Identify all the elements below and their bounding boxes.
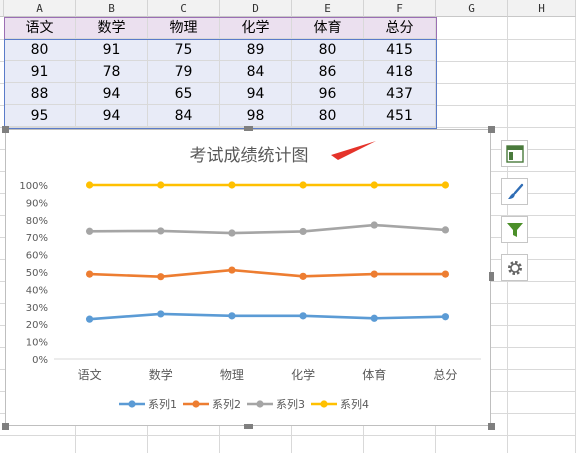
data-point[interactable] <box>157 273 165 281</box>
y-tick-label: 10% <box>26 338 48 349</box>
y-tick-label: 100% <box>19 181 48 192</box>
series-line[interactable] <box>89 223 446 235</box>
series-2[interactable] <box>85 266 450 281</box>
data-point[interactable] <box>85 181 94 189</box>
data-point[interactable] <box>157 181 165 189</box>
resize-handle-bm[interactable] <box>244 424 253 429</box>
data-point[interactable] <box>85 227 94 235</box>
data-point[interactable] <box>370 270 378 278</box>
data-point[interactable] <box>157 310 165 318</box>
resize-handle-mr[interactable] <box>489 272 494 281</box>
y-tick-label: 40% <box>26 285 48 296</box>
x-tick-label: 物理 <box>220 368 244 382</box>
data-point[interactable] <box>370 181 378 189</box>
resize-handle-br[interactable] <box>488 423 495 430</box>
line-chart[interactable]: 考试成绩统计图 0% 10% 20% 30% 40% 50% 60% 70% 80% 90% 100… <box>6 130 490 425</box>
data-point[interactable] <box>85 315 94 323</box>
legend-entry[interactable]: 系列3 <box>247 397 305 411</box>
data-point[interactable] <box>441 270 450 278</box>
x-tick-label: 语文 <box>78 367 102 382</box>
y-tick-label: 90% <box>26 198 48 209</box>
data-point[interactable] <box>228 181 236 189</box>
data-point[interactable] <box>299 312 307 320</box>
x-tick-label: 总分 <box>433 368 457 382</box>
data-point[interactable] <box>441 313 450 321</box>
x-tick-label: 化学 <box>291 367 315 382</box>
chart-filter-icon <box>506 223 523 237</box>
data-point[interactable] <box>228 312 236 320</box>
data-point[interactable] <box>441 226 450 234</box>
data-point[interactable] <box>370 221 378 229</box>
y-tick-label: 50% <box>26 268 48 279</box>
grid-line <box>0 435 576 436</box>
legend-label: 系列1 <box>148 397 177 411</box>
column-header-d[interactable]: D <box>220 0 292 17</box>
data-point[interactable] <box>228 229 236 237</box>
series-line[interactable] <box>89 312 446 321</box>
resize-handle-tl[interactable] <box>2 126 9 133</box>
legend-label: 系列2 <box>212 397 241 411</box>
column-header-g[interactable]: G <box>436 0 508 17</box>
series-line[interactable] <box>89 268 446 278</box>
data-point[interactable] <box>299 272 307 280</box>
legend-entry[interactable]: 系列2 <box>183 397 241 411</box>
legend-marker <box>256 400 264 408</box>
column-header-a[interactable]: A <box>4 0 76 17</box>
legend-label: 系列4 <box>340 397 369 411</box>
title-arrow <box>331 141 376 160</box>
data-point[interactable] <box>299 181 307 189</box>
data-point[interactable] <box>157 227 165 235</box>
data-point[interactable] <box>228 266 236 274</box>
resize-handle-tr[interactable] <box>488 126 495 133</box>
select-all-corner[interactable] <box>0 0 4 17</box>
resize-handle-tm[interactable] <box>244 126 253 131</box>
series-3[interactable] <box>85 221 450 237</box>
legend-entry[interactable]: 系列1 <box>119 397 177 411</box>
legend-marker <box>192 400 200 408</box>
chart-filter-button[interactable] <box>501 216 528 243</box>
series-4[interactable] <box>85 181 450 189</box>
chart-title[interactable]: 考试成绩统计图 <box>190 146 309 166</box>
y-tick-label: 60% <box>26 251 48 262</box>
column-header-h[interactable]: H <box>508 0 576 17</box>
data-point[interactable] <box>299 227 307 236</box>
y-tick-label: 70% <box>26 233 48 244</box>
chart-area[interactable]: 考试成绩统计图 0% 10% 20% 30% 40% 50% 60% 70% 80% 90% 100… <box>5 129 491 426</box>
column-header-f[interactable]: F <box>364 0 436 17</box>
y-tick-label: 0% <box>32 355 48 366</box>
legend-marker <box>128 400 136 408</box>
chart-settings-button[interactable] <box>501 254 528 281</box>
x-axis: 语文 数学 物理 化学 体育 总分 <box>78 367 458 382</box>
data-point[interactable] <box>85 270 94 278</box>
series-1[interactable] <box>85 310 450 323</box>
chart-styles-icon <box>507 183 523 199</box>
settings-icon <box>507 261 522 275</box>
legend[interactable]: 系列1 系列2 系列3 系列4 <box>119 397 369 411</box>
column-header-b[interactable]: B <box>76 0 148 17</box>
column-header-e[interactable]: E <box>292 0 364 17</box>
y-tick-label: 80% <box>26 216 48 227</box>
y-tick-label: 20% <box>26 320 48 331</box>
chart-elements-icon <box>505 145 524 163</box>
data-point[interactable] <box>370 314 378 322</box>
x-tick-label: 体育 <box>362 367 386 382</box>
y-tick-label: 30% <box>26 303 48 314</box>
chart-styles-button[interactable] <box>501 178 528 205</box>
legend-label: 系列3 <box>276 397 305 411</box>
resize-handle-bl[interactable] <box>2 423 9 430</box>
legend-entry[interactable]: 系列4 <box>311 397 369 411</box>
spreadsheet: ABCDEFGH 语文 数学 物理 化学 体育 总分 80 91 75 89 80 415 91 78 79… <box>0 0 576 453</box>
data-point[interactable] <box>441 181 450 189</box>
x-tick-label: 数学 <box>149 367 173 382</box>
header-range-selection <box>4 17 437 40</box>
series-lines <box>85 181 450 323</box>
chart-elements-button[interactable] <box>501 140 528 167</box>
data-range-selection[interactable] <box>4 39 437 129</box>
legend-marker <box>320 400 328 408</box>
column-header-c[interactable]: C <box>148 0 220 17</box>
